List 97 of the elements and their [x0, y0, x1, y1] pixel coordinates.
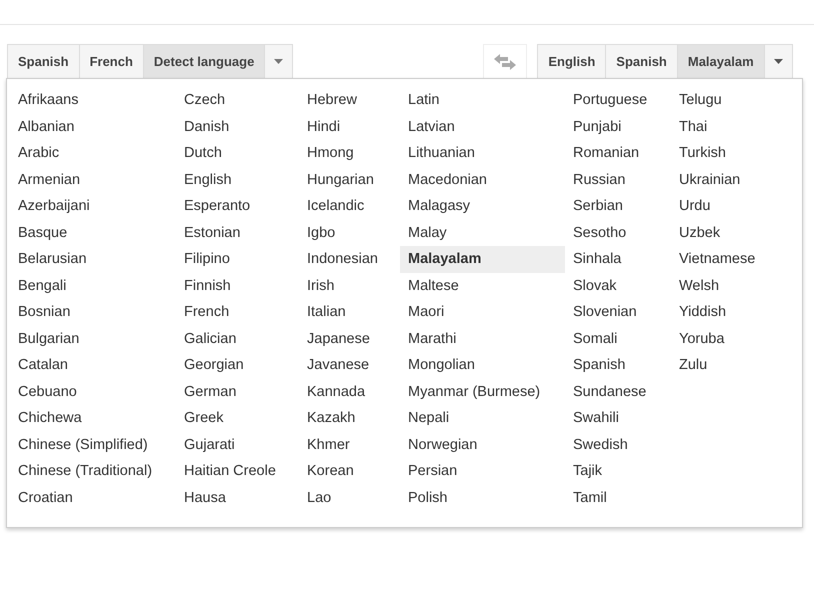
language-option[interactable]: Vietnamese [671, 246, 791, 272]
language-option[interactable]: Chichewa [7, 405, 173, 432]
language-option[interactable]: Yoruba [671, 326, 791, 352]
language-option[interactable]: English [173, 166, 296, 193]
language-option[interactable]: Macedonian [400, 166, 565, 193]
language-option[interactable]: Belarusian [7, 246, 173, 272]
language-option[interactable]: Polish [400, 484, 565, 511]
language-option[interactable]: Irish [296, 272, 400, 299]
language-option[interactable]: Kazakh [296, 405, 400, 432]
language-option[interactable]: Hmong [296, 140, 400, 166]
language-option[interactable]: Korean [296, 458, 400, 484]
language-option[interactable]: Slovak [565, 272, 671, 299]
language-option[interactable]: Finnish [173, 272, 296, 299]
language-option[interactable]: Myanmar (Burmese) [400, 378, 565, 405]
language-option[interactable]: Kannada [296, 378, 400, 405]
language-option[interactable]: Bengali [7, 272, 173, 299]
language-option[interactable]: Portuguese [565, 87, 671, 114]
language-option[interactable]: Cebuano [7, 378, 173, 405]
swap-languages-button[interactable] [483, 44, 528, 79]
language-option[interactable]: Haitian Creole [173, 458, 296, 484]
language-option[interactable]: Italian [296, 299, 400, 326]
language-option[interactable]: Arabic [7, 140, 173, 166]
language-option[interactable]: Chinese (Traditional) [7, 458, 173, 484]
language-option[interactable]: Tamil [565, 484, 671, 511]
language-option[interactable]: Catalan [7, 352, 173, 378]
swap-arrows-icon [494, 54, 516, 70]
language-option[interactable]: Romanian [565, 140, 671, 166]
language-option[interactable]: Latin [400, 87, 565, 114]
language-tab[interactable]: Detect language [144, 45, 266, 78]
language-option[interactable]: Javanese [296, 352, 400, 378]
language-option[interactable]: Latvian [400, 114, 565, 140]
language-option[interactable]: Thai [671, 114, 791, 140]
language-option[interactable]: Malay [400, 220, 565, 246]
language-option[interactable]: Esperanto [173, 193, 296, 220]
language-option[interactable]: Lithuanian [400, 140, 565, 166]
language-option[interactable]: Zulu [671, 352, 791, 378]
language-option[interactable]: Bulgarian [7, 326, 173, 352]
language-option[interactable]: Norwegian [400, 432, 565, 458]
language-option[interactable]: Mongolian [400, 352, 565, 378]
language-option[interactable]: Basque [7, 220, 173, 246]
language-option[interactable]: Swahili [565, 405, 671, 432]
language-option[interactable]: Punjabi [565, 114, 671, 140]
caret-icon [774, 59, 783, 64]
language-tab[interactable]: Malayalam [678, 45, 765, 78]
language-option[interactable]: Icelandic [296, 193, 400, 220]
language-option[interactable]: Welsh [671, 272, 791, 299]
language-option[interactable]: Turkish [671, 140, 791, 166]
language-option[interactable]: Estonian [173, 220, 296, 246]
language-option[interactable]: Spanish [565, 352, 671, 378]
caret-icon [274, 59, 284, 64]
language-option[interactable]: Telugu [671, 87, 791, 114]
language-option[interactable]: German [173, 378, 296, 405]
language-option[interactable]: Igbo [296, 220, 400, 246]
language-option[interactable]: Persian [400, 458, 565, 484]
language-option[interactable]: Galician [173, 326, 296, 352]
language-option[interactable]: Hausa [173, 484, 296, 511]
language-option[interactable]: Slovenian [565, 299, 671, 326]
language-option[interactable]: Lao [296, 484, 400, 511]
language-option[interactable]: Sinhala [565, 246, 671, 272]
language-option[interactable]: Urdu [671, 193, 791, 220]
language-option[interactable]: Hindi [296, 114, 400, 140]
language-option[interactable]: Malagasy [400, 193, 565, 220]
language-option[interactable]: Yiddish [671, 299, 791, 326]
language-option[interactable]: Croatian [7, 484, 173, 511]
language-option[interactable]: Afrikaans [7, 87, 173, 114]
language-option[interactable]: Maori [400, 299, 565, 326]
language-option[interactable]: Marathi [400, 326, 565, 352]
language-option[interactable]: Hungarian [296, 166, 400, 193]
language-option[interactable]: Sesotho [565, 220, 671, 246]
language-option[interactable]: Serbian [565, 193, 671, 220]
language-option[interactable]: Russian [565, 166, 671, 193]
language-option[interactable]: Maltese [400, 272, 565, 299]
language-option[interactable]: Hebrew [296, 87, 400, 114]
language-option[interactable]: Somali [565, 326, 671, 352]
language-option[interactable]: Azerbaijani [7, 193, 173, 220]
language-option[interactable]: Khmer [296, 432, 400, 458]
language-option[interactable]: Sundanese [565, 378, 671, 405]
language-option[interactable]: Danish [173, 114, 296, 140]
language-option[interactable]: Uzbek [671, 220, 791, 246]
language-option[interactable]: Bosnian [7, 299, 173, 326]
language-option[interactable]: Czech [173, 87, 296, 114]
language-option[interactable]: Greek [173, 405, 296, 432]
language-option[interactable]: Japanese [296, 326, 400, 352]
language-option[interactable]: Tajik [565, 458, 671, 484]
language-option[interactable]: Filipino [173, 246, 296, 272]
language-option[interactable]: Gujarati [173, 432, 296, 458]
language-option[interactable]: Albanian [7, 114, 173, 140]
language-option[interactable]: Swedish [565, 432, 671, 458]
language-option[interactable]: Chinese (Simplified) [7, 432, 173, 458]
language-option[interactable]: Indonesian [296, 246, 400, 272]
language-option[interactable]: French [173, 299, 296, 326]
language-option[interactable]: Armenian [7, 166, 173, 193]
language-option[interactable]: Georgian [173, 352, 296, 378]
language-option[interactable]: Dutch [173, 140, 296, 166]
language-option[interactable]: Ukrainian [671, 166, 791, 193]
language-option[interactable]: Nepali [400, 405, 565, 432]
language-option[interactable]: Malayalam [400, 246, 565, 272]
